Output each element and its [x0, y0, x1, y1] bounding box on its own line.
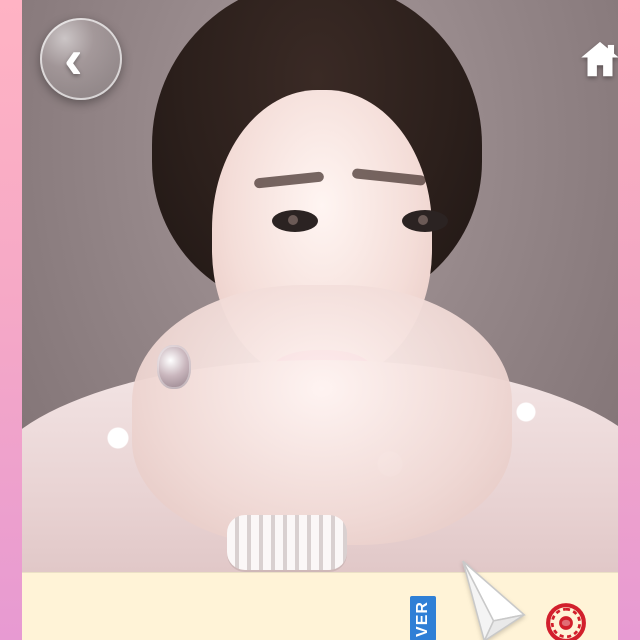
- left-eye: [272, 210, 318, 232]
- version-tag[interactable]: VER: [410, 596, 436, 640]
- bracelet: [227, 515, 347, 570]
- paper-plane-icon: [462, 560, 526, 640]
- paper-plane-button[interactable]: [452, 555, 532, 640]
- photo-frame: ‹ VER: [22, 0, 618, 640]
- brand-logo[interactable]: [544, 601, 588, 640]
- ring: [157, 345, 191, 389]
- red-round-logo-icon: [546, 603, 586, 640]
- bottom-bar: VER: [22, 560, 618, 640]
- chevron-left-icon: ‹: [64, 27, 83, 90]
- right-eye: [402, 210, 448, 232]
- hands: [132, 285, 512, 545]
- back-button[interactable]: ‹: [40, 18, 122, 100]
- home-button[interactable]: [574, 34, 618, 84]
- version-tag-text: VER: [414, 600, 431, 637]
- home-icon: [581, 41, 618, 77]
